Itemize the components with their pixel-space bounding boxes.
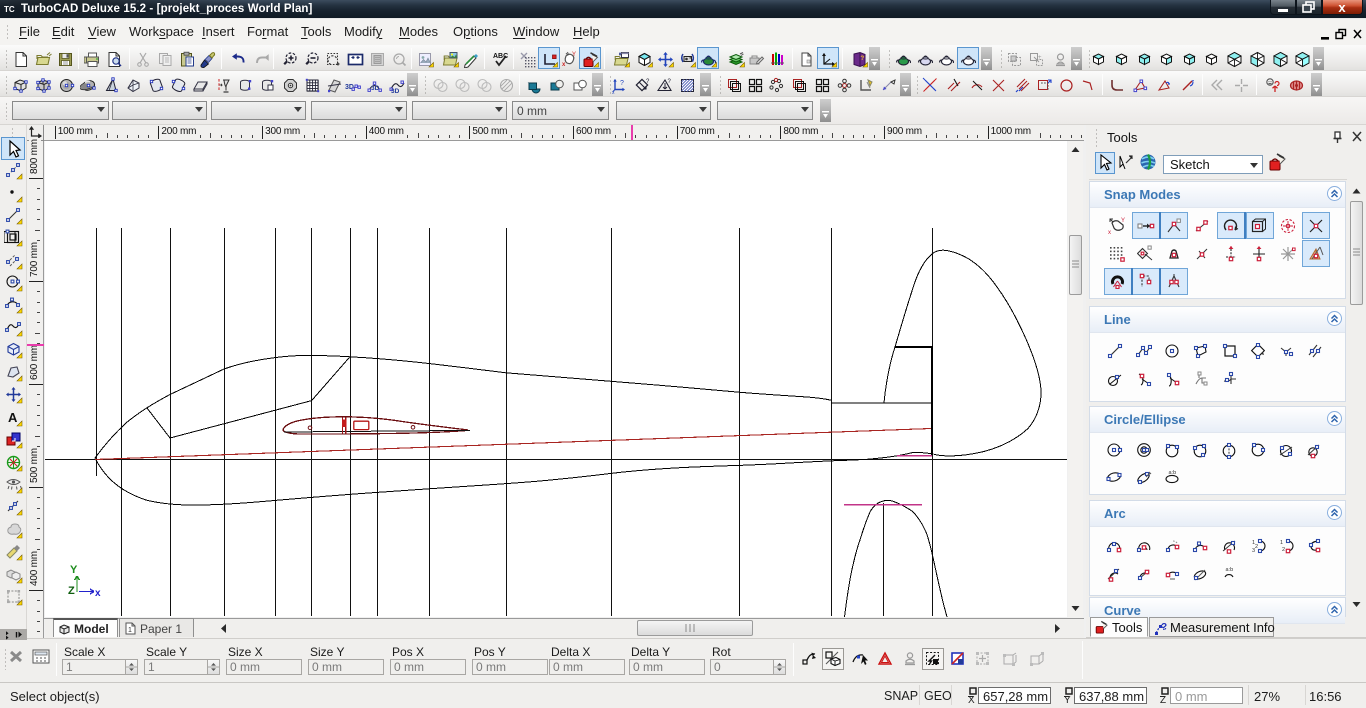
svg-text:3D: 3D bbox=[371, 85, 380, 92]
svg-text:x: x bbox=[95, 588, 101, 599]
svg-text:A: A bbox=[8, 410, 18, 425]
svg-text:a:b: a:b bbox=[1169, 470, 1177, 476]
svg-text:Y: Y bbox=[1121, 218, 1125, 224]
svg-text:?: ? bbox=[620, 80, 624, 87]
svg-text:x: x bbox=[1338, 0, 1346, 14]
svg-text:3: 3 bbox=[1252, 548, 1255, 554]
svg-text:Y: Y bbox=[572, 52, 576, 58]
svg-text:Z: Z bbox=[1160, 695, 1166, 704]
svg-text:2: 2 bbox=[1255, 544, 1258, 550]
svg-text:Y: Y bbox=[70, 564, 78, 576]
svg-text:Z: Z bbox=[68, 585, 75, 597]
svg-text:?: ? bbox=[668, 79, 672, 85]
svg-text:a:b: a:b bbox=[1226, 567, 1234, 573]
svg-text:1: 1 bbox=[128, 627, 132, 634]
svg-text:3D: 3D bbox=[391, 88, 400, 94]
svg-text:x: x bbox=[1108, 230, 1111, 235]
svg-text:+: + bbox=[1038, 55, 1042, 61]
svg-text:x: x bbox=[562, 62, 566, 68]
svg-text:2: 2 bbox=[1282, 547, 1285, 553]
svg-text:?: ? bbox=[861, 56, 865, 62]
svg-text:Y: Y bbox=[1064, 695, 1071, 704]
svg-text:1: 1 bbox=[1280, 540, 1283, 546]
svg-text:?: ? bbox=[1161, 622, 1167, 633]
svg-text:X: X bbox=[968, 695, 975, 704]
svg-text:?: ? bbox=[646, 79, 650, 85]
